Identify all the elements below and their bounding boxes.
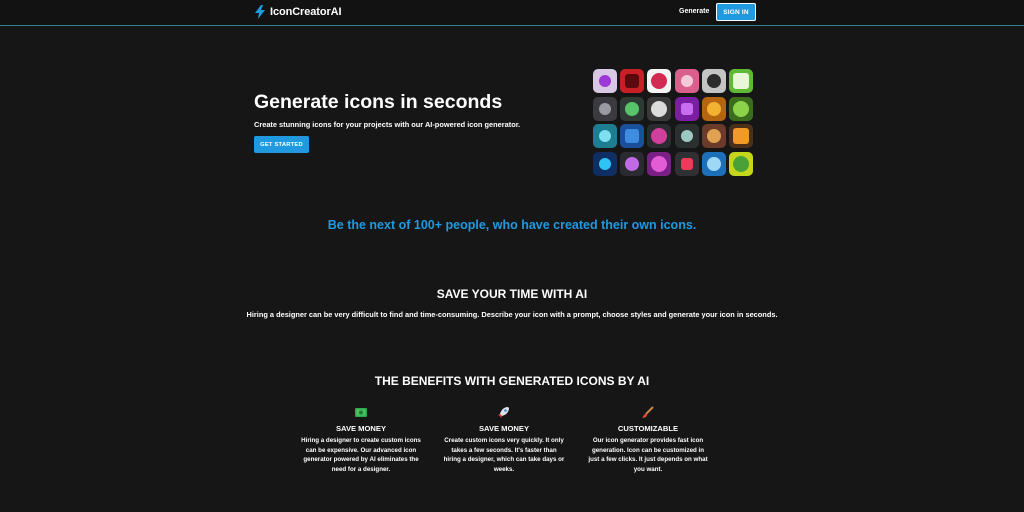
gallery-icon-tile xyxy=(701,124,726,148)
gallery-icon-glyph xyxy=(706,101,721,116)
gallery-icon-tile xyxy=(674,69,699,93)
gallery-icon-glyph xyxy=(651,73,668,89)
gallery-icon-glyph xyxy=(599,75,611,87)
gallery-icon-glyph xyxy=(733,155,749,172)
gallery-icon-glyph xyxy=(651,128,668,144)
gallery-icon-tile xyxy=(593,124,617,148)
gallery-icon-tile xyxy=(701,151,726,176)
gallery-icon-glyph xyxy=(625,101,640,116)
gallery-icon-glyph xyxy=(625,129,640,143)
gallery-icon-glyph xyxy=(706,156,721,171)
gallery-icon-tile xyxy=(701,96,726,121)
gallery-icon-glyph xyxy=(680,130,693,142)
benefit-text: Hiring a designer to create custom icons… xyxy=(301,437,421,473)
gallery-icon-tile xyxy=(620,124,645,148)
gallery-icon-tile xyxy=(647,96,672,121)
gallery-icon-glyph xyxy=(733,128,749,144)
gallery-icon-glyph xyxy=(625,156,640,171)
gallery-icon-tile xyxy=(620,151,645,176)
gallery-icon-tile xyxy=(647,124,672,148)
gallery-icon-tile xyxy=(593,151,617,176)
gallery-icon-tile xyxy=(729,96,753,121)
benefit-title: SAVE MONEY xyxy=(335,424,387,433)
gallery-icon-glyph xyxy=(651,155,668,172)
gallery-icon-tile xyxy=(729,69,753,93)
brand-logo[interactable]: IconCreatorAI xyxy=(254,5,342,19)
save-time-title: SAVE YOUR TIME WITH AI xyxy=(436,287,588,301)
benefit-text: Create custom icons very quickly. It onl… xyxy=(443,437,565,473)
gallery-icon-glyph xyxy=(599,102,611,115)
gallery-icon-glyph xyxy=(680,75,693,87)
benefit-text: Our icon generator provides fast icon ge… xyxy=(588,437,708,473)
gallery-icon-tile xyxy=(674,124,699,148)
benefit-card-customizable: CUSTOMIZABLE Our icon generator provides… xyxy=(586,406,710,474)
gallery-icon-tile xyxy=(593,96,617,121)
gallery-icon-tile xyxy=(620,69,645,93)
gallery-icon-glyph xyxy=(706,129,721,143)
gallery-icon-tile xyxy=(593,69,617,93)
benefit-card-money: SAVE MONEY Hiring a designer to create c… xyxy=(299,406,423,474)
hero-subtitle: Create stunning icons for your projects … xyxy=(254,120,521,129)
gallery-icon-glyph xyxy=(625,74,640,88)
gallery-icon-tile xyxy=(729,151,753,176)
paintbrush-icon xyxy=(642,406,654,418)
gallery-icon-glyph xyxy=(651,100,668,117)
gallery-icon-tile xyxy=(674,151,699,176)
gallery-icon-glyph xyxy=(680,157,693,170)
gallery-icon-tile xyxy=(647,69,672,93)
navbar: IconCreatorAI Generate SIGN IN xyxy=(0,0,1024,26)
brand-name: IconCreatorAI xyxy=(270,6,342,18)
save-time-description: Hiring a designer can be very difficult … xyxy=(246,310,778,319)
gallery-icon-glyph xyxy=(599,157,611,170)
hero-title: Generate icons in seconds xyxy=(254,91,503,113)
gallery-icon-glyph xyxy=(733,73,749,89)
gallery-icon-tile xyxy=(729,124,753,148)
sign-in-button[interactable]: SIGN IN xyxy=(716,3,756,21)
benefits-title: THE BENEFITS WITH GENERATED ICONS BY AI xyxy=(374,374,650,388)
money-icon xyxy=(355,408,367,417)
gallery-icon-tile xyxy=(701,69,726,93)
icon-gallery xyxy=(593,69,753,177)
gallery-icon-tile xyxy=(674,96,699,121)
gallery-icon-glyph xyxy=(599,130,611,142)
benefit-card-speed: SAVE MONEY Create custom icons very quic… xyxy=(442,406,566,474)
get-started-button[interactable]: GET STARTED xyxy=(254,136,309,153)
benefit-title: CUSTOMIZABLE xyxy=(617,424,679,433)
benefit-title: SAVE MONEY xyxy=(478,424,530,433)
tagline: Be the next of 100+ people, who have cre… xyxy=(327,218,697,232)
rocket-icon xyxy=(498,407,509,418)
gallery-icon-tile xyxy=(647,151,672,176)
gallery-icon-glyph xyxy=(733,100,749,117)
lightning-icon xyxy=(255,5,265,19)
gallery-icon-tile xyxy=(620,96,645,121)
gallery-icon-glyph xyxy=(680,102,693,115)
gallery-icon-glyph xyxy=(706,74,721,88)
nav-generate-link[interactable]: Generate xyxy=(679,8,709,15)
